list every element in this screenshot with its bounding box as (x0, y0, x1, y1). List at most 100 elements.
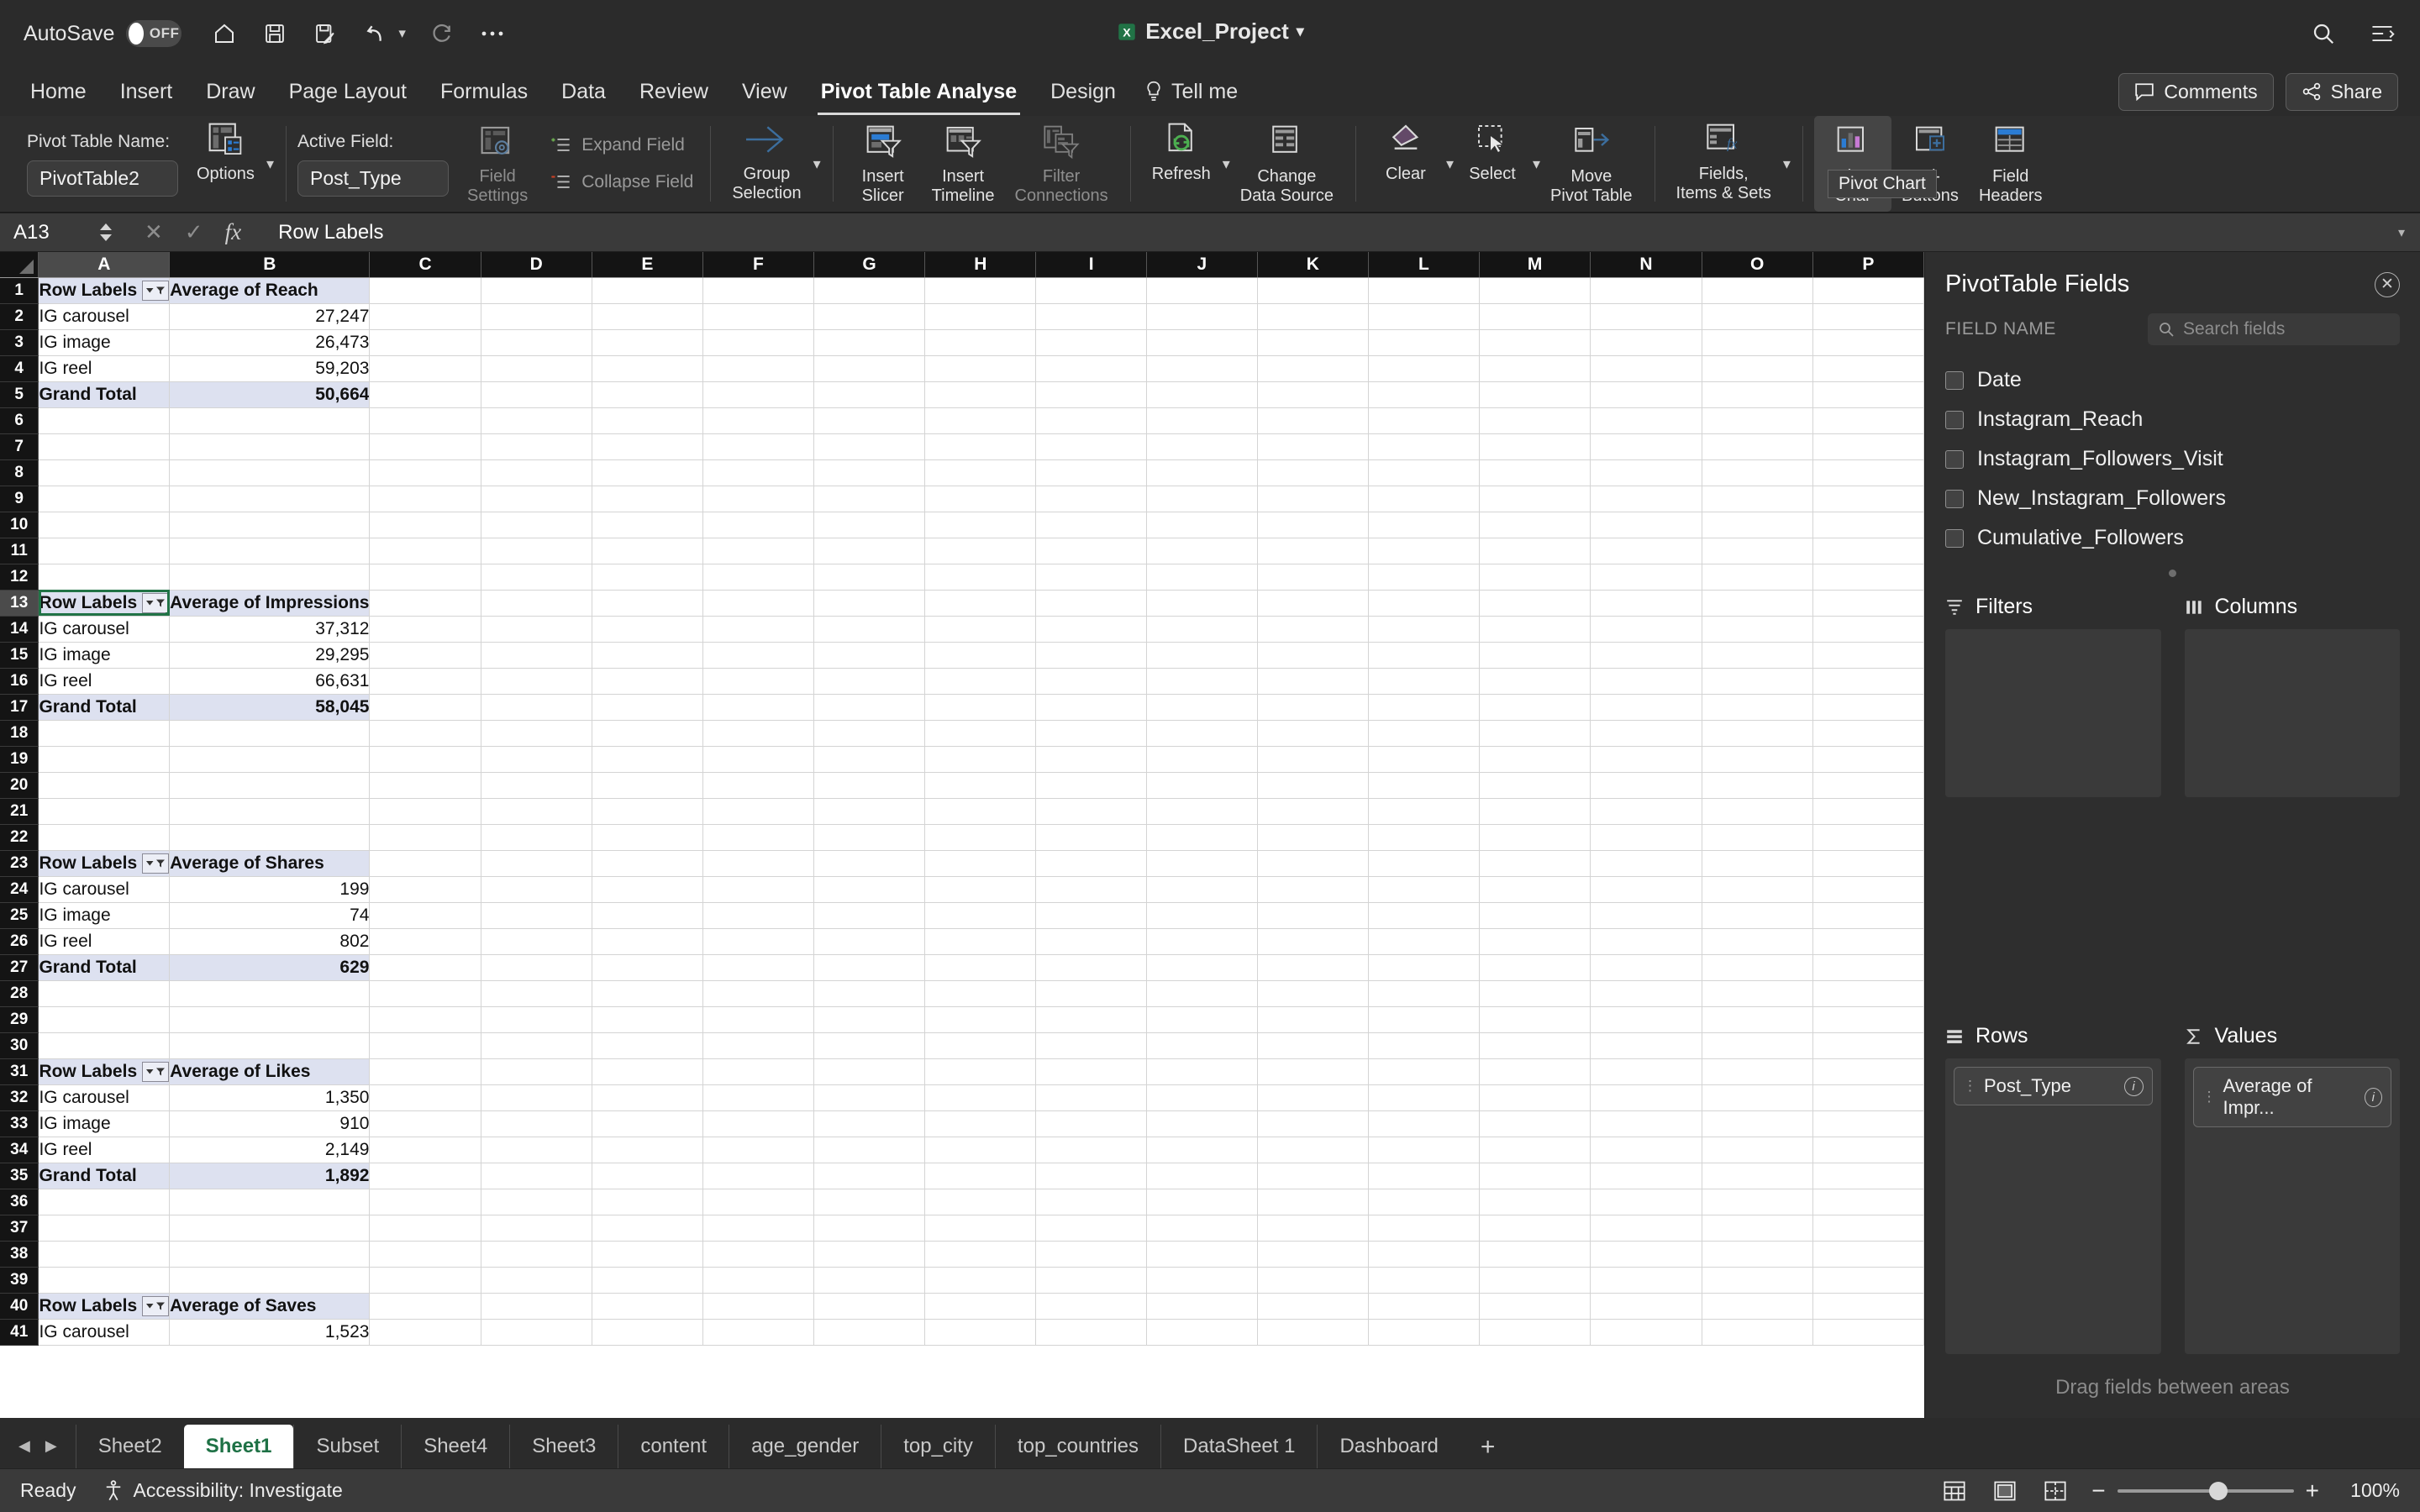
cell-F5[interactable] (702, 381, 814, 408)
cell-H29[interactable] (924, 1006, 1037, 1033)
cell-N5[interactable] (1590, 381, 1702, 408)
cell-H8[interactable] (924, 459, 1037, 486)
cell-J38[interactable] (1146, 1241, 1258, 1268)
page-layout-view-icon[interactable] (1991, 1478, 2019, 1504)
filter-dropdown-button[interactable] (142, 592, 169, 613)
cell-I33[interactable] (1035, 1110, 1147, 1137)
column-header-O[interactable]: O (1702, 252, 1813, 278)
cell-P29[interactable] (1812, 1006, 1924, 1033)
cell-B32[interactable]: 1,350 (169, 1084, 371, 1111)
column-header-G[interactable]: G (813, 252, 926, 278)
cell-P15[interactable] (1812, 642, 1924, 669)
row-header-20[interactable]: 20 (0, 772, 39, 799)
cell-J20[interactable] (1146, 772, 1258, 799)
cell-K38[interactable] (1257, 1241, 1369, 1268)
cell-A30[interactable] (38, 1032, 171, 1059)
cell-P4[interactable] (1812, 355, 1924, 382)
cell-C20[interactable] (369, 772, 481, 799)
cell-B13[interactable]: Average of Impressions (169, 590, 371, 617)
cell-A34[interactable]: IG reel (38, 1137, 171, 1163)
field-item-cumulative-followers[interactable]: Cumulative_Followers (1945, 518, 2400, 558)
cell-P8[interactable] (1812, 459, 1924, 486)
cell-D8[interactable] (481, 459, 592, 486)
cell-I21[interactable] (1035, 798, 1147, 825)
cell-J40[interactable] (1146, 1293, 1258, 1320)
cell-F2[interactable] (702, 303, 814, 330)
cell-G40[interactable] (813, 1293, 926, 1320)
cell-M31[interactable] (1479, 1058, 1591, 1085)
sheet-tab-sheet3[interactable]: Sheet3 (509, 1425, 618, 1468)
name-box-spinner[interactable] (99, 223, 113, 242)
autosave-control[interactable]: AutoSave OFF (24, 20, 182, 47)
cell-H13[interactable] (924, 590, 1037, 617)
cell-N1[interactable] (1590, 277, 1702, 304)
cell-P12[interactable] (1812, 564, 1924, 591)
cell-C21[interactable] (369, 798, 481, 825)
cell-B4[interactable]: 59,203 (169, 355, 371, 382)
cell-C9[interactable] (369, 486, 481, 512)
change-data-source-button[interactable]: Change Data Source (1230, 116, 1344, 212)
cell-A1[interactable]: Row Labels (38, 277, 171, 304)
cell-J16[interactable] (1146, 668, 1258, 695)
cell-F36[interactable] (702, 1189, 814, 1215)
cell-B41[interactable]: 1,523 (169, 1319, 371, 1346)
cell-L17[interactable] (1368, 694, 1480, 721)
cell-L11[interactable] (1368, 538, 1480, 564)
cell-H18[interactable] (924, 720, 1037, 747)
cell-F17[interactable] (702, 694, 814, 721)
cell-H12[interactable] (924, 564, 1037, 591)
cell-L23[interactable] (1368, 850, 1480, 877)
cell-H14[interactable] (924, 616, 1037, 643)
cell-O39[interactable] (1702, 1267, 1813, 1294)
cell-F6[interactable] (702, 407, 814, 434)
cell-K37[interactable] (1257, 1215, 1369, 1242)
cell-P14[interactable] (1812, 616, 1924, 643)
cell-H28[interactable] (924, 980, 1037, 1007)
cell-A26[interactable]: IG reel (38, 928, 171, 955)
cell-L5[interactable] (1368, 381, 1480, 408)
cell-F21[interactable] (702, 798, 814, 825)
cell-A29[interactable] (38, 1006, 171, 1033)
cell-D40[interactable] (481, 1293, 592, 1320)
column-header-D[interactable]: D (481, 252, 592, 278)
cell-B12[interactable] (169, 564, 371, 591)
cell-E18[interactable] (592, 720, 703, 747)
cell-O24[interactable] (1702, 876, 1813, 903)
cell-H9[interactable] (924, 486, 1037, 512)
row-header-21[interactable]: 21 (0, 798, 39, 825)
cell-B16[interactable]: 66,631 (169, 668, 371, 695)
area-rows-dropzone[interactable]: ⋮ Post_Type i (1945, 1058, 2161, 1354)
cell-I37[interactable] (1035, 1215, 1147, 1242)
cell-D20[interactable] (481, 772, 592, 799)
cell-J35[interactable] (1146, 1163, 1258, 1189)
cell-F33[interactable] (702, 1110, 814, 1137)
cell-O38[interactable] (1702, 1241, 1813, 1268)
cell-G22[interactable] (813, 824, 926, 851)
cell-D37[interactable] (481, 1215, 592, 1242)
cell-J31[interactable] (1146, 1058, 1258, 1085)
cell-B38[interactable] (169, 1241, 371, 1268)
cell-N13[interactable] (1590, 590, 1702, 617)
cell-I26[interactable] (1035, 928, 1147, 955)
cell-C3[interactable] (369, 329, 481, 356)
cell-I39[interactable] (1035, 1267, 1147, 1294)
cell-G12[interactable] (813, 564, 926, 591)
cell-D38[interactable] (481, 1241, 592, 1268)
cell-O35[interactable] (1702, 1163, 1813, 1189)
cell-N34[interactable] (1590, 1137, 1702, 1163)
cell-D31[interactable] (481, 1058, 592, 1085)
row-header-11[interactable]: 11 (0, 538, 39, 564)
cell-C8[interactable] (369, 459, 481, 486)
cell-G41[interactable] (813, 1319, 926, 1346)
cell-D13[interactable] (481, 590, 592, 617)
cell-D5[interactable] (481, 381, 592, 408)
column-header-L[interactable]: L (1368, 252, 1480, 278)
cell-H16[interactable] (924, 668, 1037, 695)
cell-L3[interactable] (1368, 329, 1480, 356)
cell-A3[interactable]: IG image (38, 329, 171, 356)
cell-H21[interactable] (924, 798, 1037, 825)
cell-I35[interactable] (1035, 1163, 1147, 1189)
cell-J8[interactable] (1146, 459, 1258, 486)
cell-D4[interactable] (481, 355, 592, 382)
cell-K34[interactable] (1257, 1137, 1369, 1163)
